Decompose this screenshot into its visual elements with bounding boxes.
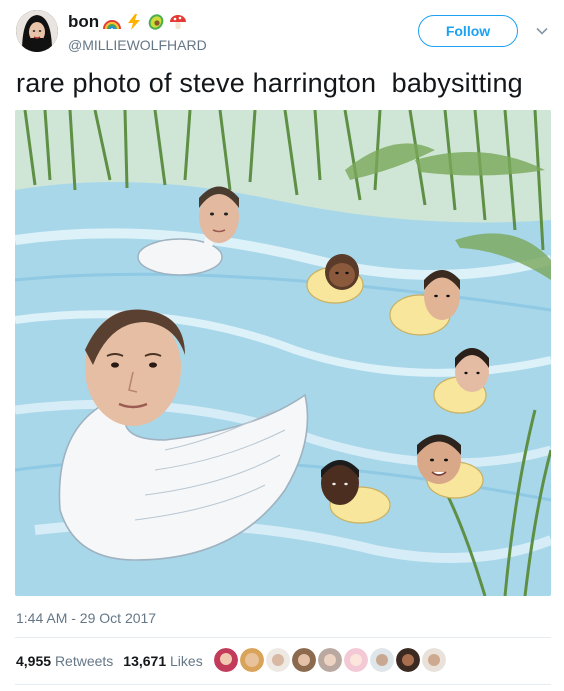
stats-divider-top bbox=[15, 637, 551, 638]
avocado-emoji bbox=[148, 14, 164, 30]
tweet-timestamp[interactable]: 1:44 AM - 29 Oct 2017 bbox=[16, 610, 156, 626]
retweets-count: 4,955 bbox=[16, 653, 52, 669]
liker-avatar[interactable] bbox=[214, 648, 238, 672]
author-handle[interactable]: @MILLIEWOLFHARD bbox=[68, 37, 207, 53]
liker-avatar[interactable] bbox=[240, 648, 264, 672]
mushroom-emoji bbox=[170, 15, 187, 29]
liker-avatar[interactable] bbox=[344, 648, 368, 672]
liker-avatar[interactable] bbox=[396, 648, 420, 672]
retweets-label: Retweets bbox=[54, 653, 114, 669]
liker-avatar[interactable] bbox=[266, 648, 290, 672]
chevron-down-icon[interactable] bbox=[535, 24, 549, 38]
author-name-row: bon bbox=[68, 12, 187, 32]
rainbow-emoji bbox=[103, 20, 122, 30]
retweets-stat[interactable]: 4,955 Retweets bbox=[16, 653, 113, 669]
liker-avatar[interactable] bbox=[370, 648, 394, 672]
liker-avatars bbox=[214, 648, 446, 672]
follow-button[interactable]: Follow bbox=[418, 15, 518, 47]
likes-count: 13,671 bbox=[123, 653, 167, 669]
liker-avatar[interactable] bbox=[422, 648, 446, 672]
tweet-header: bon @MILLIEWOLFHARD Follow bbox=[0, 0, 564, 64]
tweet-text: rare photo of steve harrington babysitti… bbox=[16, 68, 523, 98]
likes-label: Likes bbox=[170, 653, 203, 669]
likes-stat[interactable]: 13,671 Likes bbox=[123, 653, 202, 669]
author-display-name[interactable]: bon bbox=[68, 12, 99, 32]
liker-avatar[interactable] bbox=[318, 648, 342, 672]
author-avatar[interactable] bbox=[16, 10, 58, 52]
stats-divider-bottom bbox=[15, 684, 551, 685]
liker-avatar[interactable] bbox=[292, 648, 316, 672]
tweet-image[interactable] bbox=[15, 110, 551, 596]
engagement-stats: 4,955 Retweets 13,671 Likes bbox=[16, 653, 203, 669]
lightning-emoji bbox=[128, 14, 141, 30]
